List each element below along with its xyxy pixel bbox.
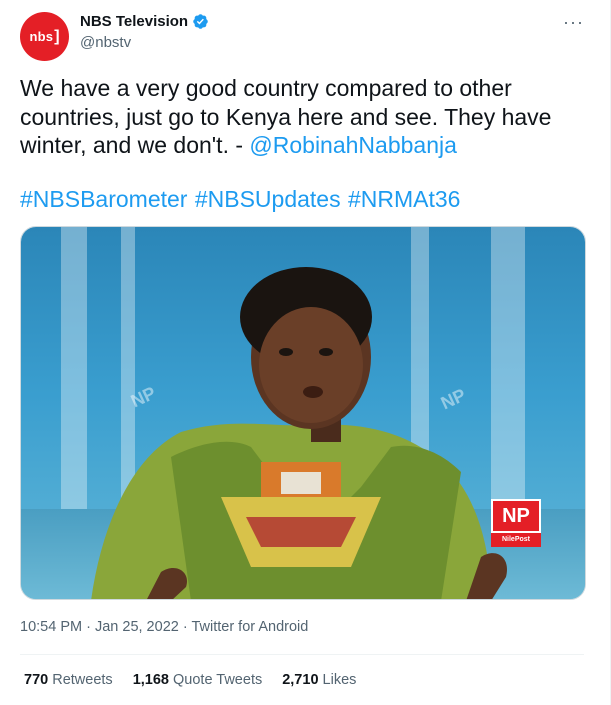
- quote-tweets-stat[interactable]: 1,168 Quote Tweets: [133, 672, 263, 688]
- nilepost-logo-main: NP: [491, 499, 541, 533]
- avatar-logo-text: nbs: [29, 29, 54, 44]
- likes-count: 2,710: [282, 672, 319, 688]
- author-info: NBS Television @nbstv: [80, 13, 209, 51]
- mention-link[interactable]: @RobinahNabbanja: [249, 132, 457, 158]
- likes-label: Likes: [322, 672, 357, 688]
- retweets-count: 770: [24, 672, 49, 688]
- retweets-stat[interactable]: 770 Retweets: [24, 672, 113, 688]
- retweets-label: Retweets: [52, 672, 113, 688]
- tweet-card: nbs ] NBS Television @nbstv ··· We have …: [0, 0, 611, 705]
- name-row: NBS Television: [80, 13, 209, 30]
- engagement-stats: 770 Retweets 1,168 Quote Tweets 2,710 Li…: [24, 672, 356, 688]
- likes-stat[interactable]: 2,710 Likes: [282, 672, 356, 688]
- divider: [20, 654, 584, 655]
- nilepost-logo: NP NilePost: [491, 499, 541, 547]
- nilepost-logo-sub: NilePost: [491, 533, 541, 547]
- display-name[interactable]: NBS Television: [80, 13, 188, 30]
- tweet-meta: 10:54 PM · Jan 25, 2022 · Twitter for An…: [20, 619, 308, 635]
- meta-separator: ·: [178, 619, 192, 635]
- tweet-source[interactable]: Twitter for Android: [191, 619, 308, 635]
- avatar[interactable]: nbs ]: [20, 12, 69, 61]
- quote-tweets-label: Quote Tweets: [173, 672, 263, 688]
- tweet-time[interactable]: 10:54 PM: [20, 619, 82, 635]
- handle[interactable]: @nbstv: [80, 34, 209, 51]
- meta-separator: ·: [82, 619, 95, 635]
- tweet-date[interactable]: Jan 25, 2022: [95, 619, 179, 635]
- tweet-photo[interactable]: NP NP NP NilePost: [20, 226, 586, 600]
- tweet-text: We have a very good country compared to …: [20, 74, 580, 160]
- hashtags[interactable]: #NBSBarometer #NBSUpdates #NRMAt36: [20, 186, 460, 213]
- quote-tweets-count: 1,168: [132, 672, 169, 688]
- more-options-icon[interactable]: ···: [563, 12, 584, 33]
- verified-badge-icon: [193, 14, 208, 29]
- avatar-logo-bracket: ]: [54, 27, 60, 45]
